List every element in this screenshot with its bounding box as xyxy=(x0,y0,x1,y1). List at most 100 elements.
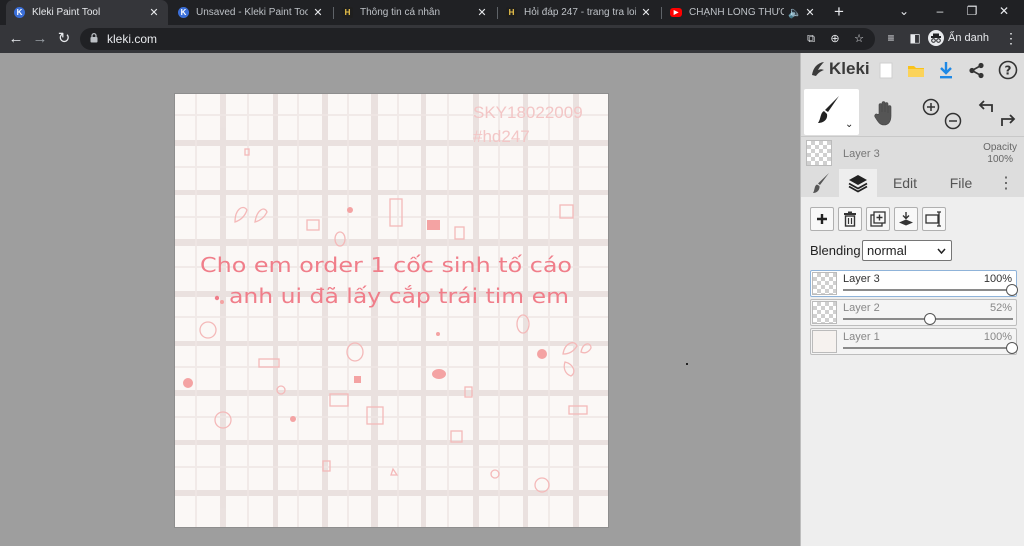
tab-layers[interactable] xyxy=(839,169,877,197)
layers-panel: Blending normal Layer 3 100% Layer 2 52%… xyxy=(801,197,1024,546)
opacity-value: 100% xyxy=(987,154,1013,165)
close-icon[interactable]: ✕ xyxy=(148,6,160,19)
layer-row-3[interactable]: Layer 3 100% xyxy=(810,270,1018,297)
new-tab-button[interactable]: + xyxy=(832,3,846,21)
restore-icon[interactable]: ❐ xyxy=(964,2,980,20)
layer-name: Layer 2 xyxy=(843,302,880,314)
open-folder-icon[interactable] xyxy=(905,59,927,81)
browser-toolbar: ← → ↻ kleki.com ⧉ ⊕ ☆ ≡ ◧ Ẩn danh ⋮ xyxy=(0,25,1024,53)
duplicate-layer-button[interactable] xyxy=(866,207,890,231)
redo-icon[interactable] xyxy=(999,111,1017,129)
blending-mode-value: normal xyxy=(867,243,907,258)
kleki-logo[interactable]: Kleki xyxy=(809,59,870,79)
drawing-canvas[interactable]: SKY18022009 #hd247 Cho em order 1 cốc si… xyxy=(175,94,608,527)
audio-icon[interactable]: 🔈 xyxy=(788,6,802,19)
panel-tabs: Edit File ⋮ xyxy=(801,169,1024,197)
layers-icon xyxy=(848,175,868,193)
tab-file[interactable]: File xyxy=(935,169,987,197)
opacity-slider-track[interactable] xyxy=(843,289,1013,291)
youtube-icon: ▶ xyxy=(670,8,682,17)
message-line-1: Cho em order 1 cốc sinh tố cáo xyxy=(200,253,572,277)
plus-icon xyxy=(817,214,827,224)
canvas-workspace[interactable]: SKY18022009 #hd247 Cho em order 1 cốc si… xyxy=(0,53,800,546)
hand-tool-icon[interactable] xyxy=(871,99,897,127)
layer-row-2[interactable]: Layer 2 52% xyxy=(810,299,1017,326)
kleki-icon: K xyxy=(178,7,189,18)
chevron-down-icon[interactable]: ⌄ xyxy=(845,119,853,130)
delete-layer-button[interactable] xyxy=(838,207,862,231)
more-options-icon[interactable]: ⋮ xyxy=(997,169,1015,197)
translate-icon[interactable]: ⧉ xyxy=(804,32,818,46)
close-icon[interactable]: ✕ xyxy=(312,6,324,19)
layer-opacity: 52% xyxy=(989,302,1012,314)
undo-icon[interactable] xyxy=(977,97,995,115)
zoom-in-icon[interactable] xyxy=(921,97,941,117)
tab-title: Thông tin cá nhân xyxy=(360,7,441,18)
minimize-icon[interactable]: – xyxy=(932,2,948,20)
reload-icon[interactable]: ↻ xyxy=(56,30,72,48)
tab-search-icon[interactable]: ⌄ xyxy=(896,2,912,20)
hoidap247-icon: H xyxy=(506,7,517,18)
browser-tab-hoi-dap[interactable]: H Hỏi đáp 247 - trang tra loi ✕ xyxy=(498,0,660,25)
tab-title: Unsaved - Kleki Paint Tool xyxy=(196,7,308,18)
layer-opacity: 100% xyxy=(983,331,1012,343)
brush-tool-button[interactable]: ⌄ xyxy=(804,89,859,135)
brush-icon xyxy=(813,173,829,193)
watermark-line-1: SKY18022009 xyxy=(473,103,583,122)
current-layer-name: Layer 3 xyxy=(843,148,880,160)
reading-list-icon[interactable]: ≡ xyxy=(884,30,898,46)
current-layer-indicator[interactable]: Layer 3 Opacity 100% xyxy=(801,136,1024,168)
close-icon[interactable]: ✕ xyxy=(476,6,488,19)
opacity-slider-track[interactable] xyxy=(843,347,1013,349)
trash-icon xyxy=(844,211,856,227)
kleki-header: Kleki ? xyxy=(801,53,1024,87)
duplicate-icon xyxy=(870,211,886,227)
browser-tab-kleki[interactable]: K Kleki Paint Tool ✕ xyxy=(6,0,168,25)
brush-icon xyxy=(818,96,839,123)
watermark-line-2: #hd247 xyxy=(473,127,530,146)
browser-tab-youtube[interactable]: ▶ CHẠNH LÒNG THƯƠNG 🔈 ✕ xyxy=(662,0,824,25)
incognito-profile[interactable]: Ẩn danh xyxy=(928,30,989,46)
tab-brush[interactable] xyxy=(805,169,837,197)
new-image-icon[interactable] xyxy=(875,59,897,81)
kleki-brand: Kleki xyxy=(829,59,870,78)
layer-thumbnail xyxy=(806,140,832,166)
profile-label: Ẩn danh xyxy=(948,32,989,44)
tab-edit[interactable]: Edit xyxy=(881,169,929,197)
layer-row-1[interactable]: Layer 1 100% xyxy=(810,328,1018,355)
tab-title: Kleki Paint Tool xyxy=(32,7,101,18)
blending-label: Blending xyxy=(810,243,861,258)
back-icon[interactable]: ← xyxy=(8,30,24,48)
opacity-slider-handle[interactable] xyxy=(924,313,937,325)
merge-down-button[interactable] xyxy=(894,207,918,231)
merge-down-icon xyxy=(899,212,913,226)
add-layer-button[interactable] xyxy=(810,207,834,231)
rename-layer-button[interactable] xyxy=(922,207,946,231)
close-window-icon[interactable]: ✕ xyxy=(996,2,1012,20)
browser-tab-thong-tin[interactable]: H Thông tin cá nhân ✕ xyxy=(334,0,496,25)
address-bar[interactable]: kleki.com ⧉ ⊕ ☆ xyxy=(80,28,875,50)
opacity-label: Opacity xyxy=(983,142,1017,153)
tab-title: CHẠNH LÒNG THƯƠNG xyxy=(689,7,784,18)
help-icon[interactable]: ? xyxy=(997,59,1019,81)
handwritten-message: Cho em order 1 cốc sinh tố cáo anh ui đã… xyxy=(200,253,572,308)
download-icon[interactable] xyxy=(935,59,957,81)
browser-tab-unsaved[interactable]: K Unsaved - Kleki Paint Tool ✕ xyxy=(170,0,332,25)
close-icon[interactable]: ✕ xyxy=(804,6,816,19)
zoom-icon[interactable]: ⊕ xyxy=(828,32,842,46)
zoom-out-icon[interactable] xyxy=(943,111,963,131)
share-icon[interactable] xyxy=(965,59,987,81)
layer-name: Layer 3 xyxy=(843,273,880,285)
blending-mode-select[interactable]: normal xyxy=(862,240,952,261)
bookmark-star-icon[interactable]: ☆ xyxy=(852,32,866,46)
opacity-slider-handle[interactable] xyxy=(1006,284,1018,296)
browser-menu-icon[interactable]: ⋮ xyxy=(1004,30,1018,46)
chevron-down-icon xyxy=(937,248,946,254)
close-icon[interactable]: ✕ xyxy=(640,6,652,19)
kleki-side-panel: Kleki ? ⌄ Layer 3 Opacity 100% Edit File… xyxy=(800,53,1024,546)
side-panel-icon[interactable]: ◧ xyxy=(908,30,922,46)
opacity-slider-handle[interactable] xyxy=(1006,342,1018,354)
message-dot xyxy=(214,295,220,301)
forward-icon[interactable]: → xyxy=(32,30,48,48)
canvas-artwork: SKY18022009 #hd247 Cho em order 1 cốc si… xyxy=(175,94,608,527)
